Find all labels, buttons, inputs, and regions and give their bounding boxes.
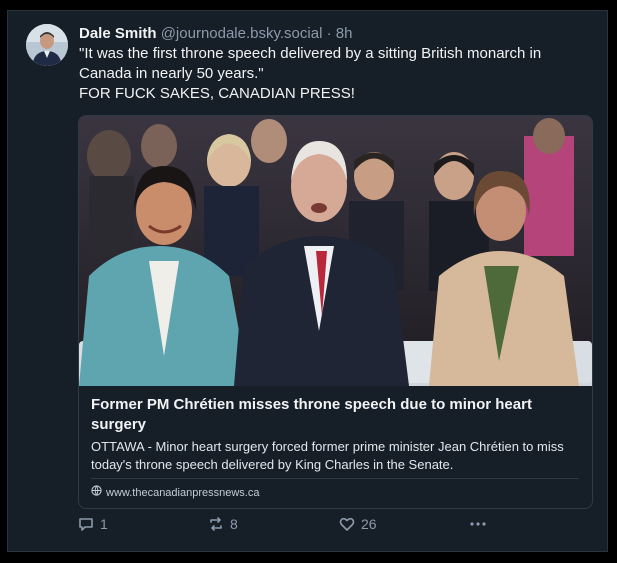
- post-text: "It was the first throne speech delivere…: [79, 44, 594, 104]
- link-card[interactable]: Former PM Chrétien misses throne speech …: [78, 115, 593, 509]
- post-actions: 1 8 26: [8, 516, 607, 540]
- post-time[interactable]: 8h: [336, 25, 353, 42]
- author-handle[interactable]: @journodale.bsky.social: [161, 25, 323, 42]
- heart-icon: [339, 516, 355, 532]
- like-button[interactable]: 26: [339, 516, 377, 532]
- post-container[interactable]: Dale Smith @journodale.bsky.social · 8h …: [7, 10, 608, 552]
- like-count: 26: [361, 516, 377, 532]
- more-button[interactable]: [469, 516, 487, 532]
- card-image[interactable]: [79, 116, 592, 386]
- more-icon: [469, 516, 487, 532]
- repost-icon: [208, 516, 224, 532]
- post-text-line: "It was the first throne speech delivere…: [79, 45, 542, 82]
- post-header: Dale Smith @journodale.bsky.social · 8h: [79, 24, 352, 44]
- card-domain[interactable]: www.thecanadianpressnews.ca: [91, 485, 259, 500]
- repost-button[interactable]: 8: [208, 516, 238, 532]
- repost-count: 8: [230, 516, 238, 532]
- post-text-line: FOR FUCK SAKES, CANADIAN PRESS!: [79, 85, 355, 102]
- reply-button[interactable]: 1: [78, 516, 108, 532]
- card-divider: [91, 478, 579, 479]
- card-title[interactable]: Former PM Chrétien misses throne speech …: [91, 395, 581, 435]
- card-description: OTTAWA - Minor heart surgery forced form…: [91, 439, 564, 472]
- author-name[interactable]: Dale Smith: [79, 25, 157, 42]
- card-domain-text: www.thecanadianpressnews.ca: [106, 486, 260, 499]
- header-separator: ·: [326, 25, 332, 42]
- globe-icon: [91, 485, 102, 500]
- reply-icon: [78, 516, 94, 532]
- avatar[interactable]: [26, 24, 68, 66]
- reply-count: 1: [100, 516, 108, 532]
